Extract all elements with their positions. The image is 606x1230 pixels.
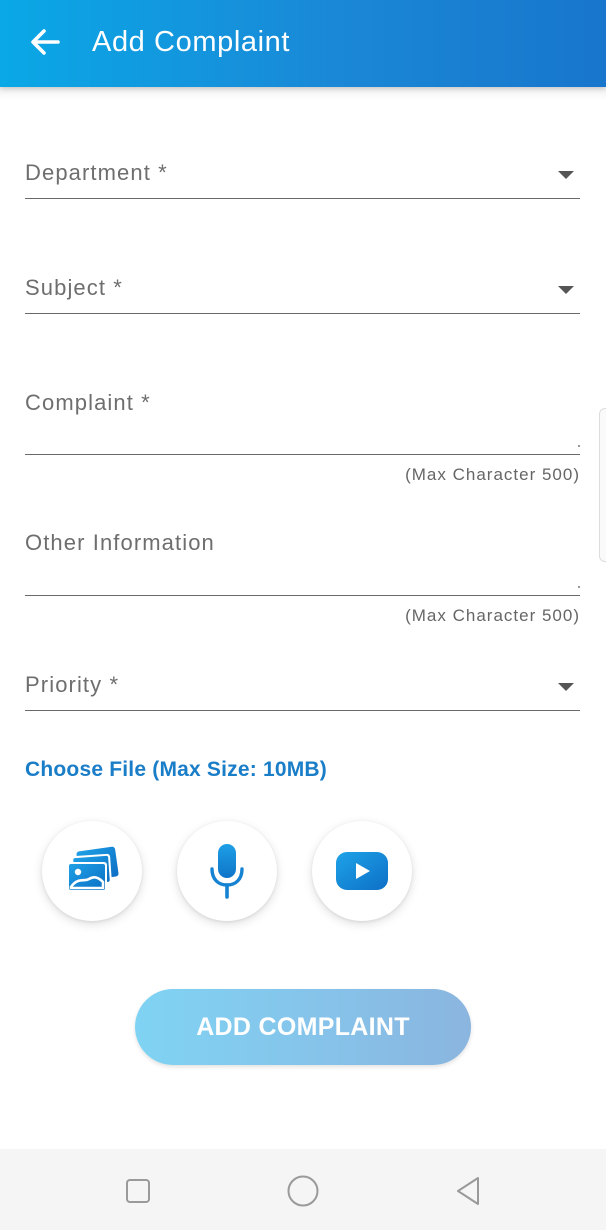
- subject-underline: [25, 313, 580, 315]
- video-play-icon: [336, 852, 388, 890]
- resize-handle: [578, 586, 580, 588]
- system-navigation-bar: [0, 1149, 606, 1230]
- add-complaint-button[interactable]: ADD COMPLAINT: [135, 989, 471, 1065]
- department-underline: [25, 198, 580, 200]
- priority-dropdown[interactable]: Priority *: [25, 662, 580, 714]
- department-label: Department *: [25, 160, 168, 185]
- complaint-underline: [25, 454, 580, 456]
- edge-panel-handle[interactable]: [599, 408, 606, 562]
- back-system-button[interactable]: [446, 1169, 490, 1213]
- recent-apps-icon: [126, 1179, 150, 1203]
- recent-apps-button[interactable]: [116, 1169, 160, 1213]
- arrow-left-icon: [31, 29, 60, 55]
- back-triangle-icon: [457, 1177, 479, 1205]
- dropdown-arrow-icon: [558, 286, 574, 294]
- resize-handle: [578, 445, 580, 447]
- priority-label: Priority *: [25, 672, 120, 697]
- dropdown-arrow-icon: [558, 171, 574, 179]
- app-bar: Add Complaint: [0, 0, 606, 87]
- other-information-underline: [25, 595, 580, 597]
- other-information-helper-text: (Max Character 500): [405, 606, 580, 625]
- attach-video-button[interactable]: [312, 821, 412, 921]
- attach-image-button[interactable]: [42, 821, 142, 921]
- page-title: Add Complaint: [92, 26, 291, 58]
- header-shadow-band: [0, 87, 606, 101]
- image-gallery-icon: [67, 846, 119, 892]
- priority-underline: [25, 710, 580, 712]
- microphone-icon: [210, 844, 244, 899]
- subject-dropdown[interactable]: Subject *: [25, 265, 580, 317]
- home-button[interactable]: [281, 1169, 325, 1213]
- complaint-input[interactable]: Complaint *: [25, 380, 580, 458]
- dropdown-arrow-icon: [558, 683, 574, 691]
- other-information-input[interactable]: Other Information: [25, 520, 580, 598]
- complaint-label: Complaint *: [25, 390, 151, 415]
- complaint-helper-text: (Max Character 500): [405, 465, 580, 484]
- home-circle-icon: [287, 1175, 319, 1207]
- choose-file-label[interactable]: Choose File (Max Size: 10MB): [25, 758, 327, 782]
- department-dropdown[interactable]: Department *: [25, 150, 580, 202]
- other-information-label: Other Information: [25, 530, 215, 555]
- back-button[interactable]: [22, 22, 68, 62]
- attach-audio-button[interactable]: [177, 821, 277, 921]
- subject-label: Subject *: [25, 275, 123, 300]
